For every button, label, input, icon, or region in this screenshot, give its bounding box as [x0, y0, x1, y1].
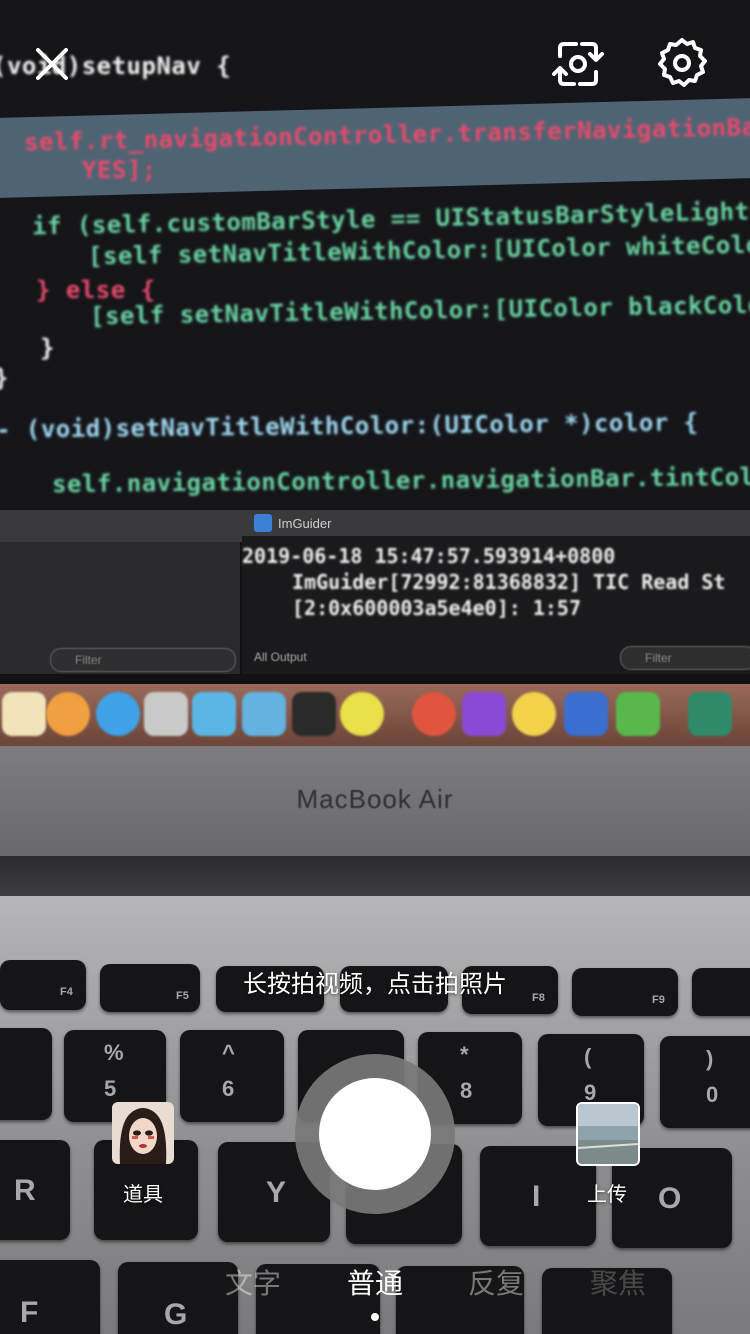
props-label[interactable]: 道具 [93, 1178, 193, 1207]
props-thumbnail [112, 1102, 174, 1164]
flip-camera-icon [552, 42, 604, 86]
mode-selector: 文字 普通 反复 聚焦 [0, 1262, 750, 1306]
close-button[interactable] [20, 32, 84, 96]
camera-controls-overlay: 长按拍视频，点击拍照片 道具 上传 文字 普通 反复 聚焦 [0, 0, 750, 1334]
props-button[interactable] [112, 1102, 174, 1164]
capture-hint: 长按拍视频，点击拍照片 [243, 970, 507, 998]
settings-button[interactable] [650, 32, 714, 96]
close-icon [36, 48, 68, 80]
upload-thumbnail [578, 1104, 638, 1164]
active-mode-indicator [371, 1313, 379, 1321]
upload-button[interactable] [576, 1102, 640, 1166]
mode-text[interactable]: 文字 [203, 1262, 303, 1302]
mode-focus[interactable]: 聚焦 [568, 1262, 668, 1302]
flip-camera-button[interactable] [546, 32, 610, 96]
shutter-button[interactable] [295, 1054, 455, 1214]
shutter-inner [319, 1078, 431, 1190]
mode-repeat[interactable]: 反复 [446, 1262, 546, 1302]
mode-normal[interactable]: 普通 [325, 1262, 425, 1302]
upload-label[interactable]: 上传 [557, 1178, 657, 1207]
gear-icon [658, 38, 707, 87]
